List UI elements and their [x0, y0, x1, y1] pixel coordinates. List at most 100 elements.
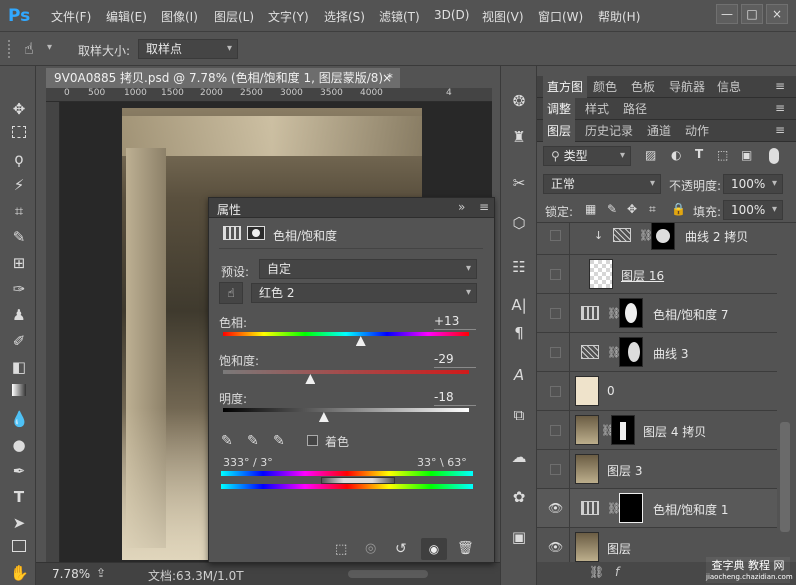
- layer-row[interactable]: ⛓ 色相/饱和度 7: [537, 294, 777, 333]
- libraries-icon[interactable]: ☁: [509, 446, 529, 468]
- tab-history[interactable]: 历史记录: [581, 120, 637, 142]
- document-tab[interactable]: 9V0A0885 拷贝.psd @ 7.78% (色相/饱和度 1, 图层蒙版/…: [46, 68, 400, 88]
- magic-wand-tool-icon[interactable]: ⚡: [10, 176, 28, 194]
- hue-saturation-adjustment-icon[interactable]: [223, 226, 241, 240]
- paragraph-icon[interactable]: ¶: [509, 322, 529, 344]
- menu-image[interactable]: 图像(I): [161, 8, 198, 26]
- sample-size-dropdown[interactable]: 取样点 ▾: [138, 39, 238, 59]
- visibility-toggle[interactable]: 👁: [537, 489, 570, 528]
- menu-3d[interactable]: 3D(D): [434, 8, 469, 26]
- layer-name[interactable]: 曲线 3: [653, 345, 688, 362]
- blend-mode-dropdown[interactable]: 正常 ▾: [543, 174, 661, 194]
- panel-menu-icon[interactable]: ≡: [479, 200, 489, 214]
- layer-thumbnail[interactable]: [575, 376, 599, 406]
- lasso-tool-icon[interactable]: ϙ: [10, 150, 28, 168]
- opacity-field[interactable]: 100% ▾: [723, 174, 783, 194]
- menu-type[interactable]: 文字(Y): [268, 8, 309, 26]
- hand-tool-icon[interactable]: ✋: [10, 564, 29, 582]
- eyedropper-minus-icon[interactable]: ✎: [273, 433, 285, 449]
- panel-menu-icon[interactable]: ≡: [775, 123, 785, 137]
- export-icon[interactable]: ⇪: [96, 566, 106, 580]
- mask-icon[interactable]: [247, 226, 265, 240]
- channel-dropdown[interactable]: 红色 2 ▾: [251, 283, 477, 303]
- chevron-down-icon[interactable]: ▾: [47, 42, 52, 53]
- saturation-value-field[interactable]: -29: [434, 352, 476, 368]
- targeted-adjustment-hand-icon[interactable]: ☝: [219, 282, 243, 304]
- layer-name[interactable]: 图层: [607, 540, 631, 557]
- move-tool-icon[interactable]: ✥: [10, 100, 28, 118]
- preset-dropdown[interactable]: 自定 ▾: [259, 259, 477, 279]
- adjustment-icon[interactable]: ❂: [509, 90, 529, 112]
- eraser-tool-icon[interactable]: ◧: [10, 358, 28, 376]
- color-range-selector[interactable]: [321, 477, 395, 484]
- stamp-tool-icon[interactable]: ♟: [10, 306, 28, 324]
- layer-row[interactable]: ↓ ⛓ 曲线 2 拷贝: [537, 223, 777, 255]
- character-icon[interactable]: A|: [509, 294, 529, 316]
- layer-row[interactable]: 图层 16: [537, 255, 777, 294]
- minimize-button[interactable]: —: [716, 4, 738, 24]
- hue-slider-thumb[interactable]: [355, 336, 366, 346]
- restore-button[interactable]: □: [741, 4, 763, 24]
- tab-histogram[interactable]: 直方图: [543, 76, 588, 98]
- layer-row[interactable]: 0: [537, 372, 777, 411]
- zoom-level[interactable]: 7.78%: [52, 567, 90, 581]
- eyedropper-icon[interactable]: ✎: [221, 433, 233, 449]
- blur-tool-icon[interactable]: 💧: [10, 410, 29, 428]
- toggle-visibility-button[interactable]: ◉: [421, 538, 447, 560]
- layer-thumbnail[interactable]: [575, 415, 599, 445]
- delete-icon[interactable]: 🗑: [457, 541, 474, 556]
- tab-swatches[interactable]: 色板: [627, 76, 659, 98]
- filter-smart-object-icon[interactable]: ▣: [741, 148, 752, 162]
- brush-tool-icon[interactable]: ✑: [10, 280, 28, 298]
- visibility-toggle[interactable]: [537, 411, 570, 450]
- healing-tool-icon[interactable]: ⊞: [10, 254, 28, 272]
- visibility-toggle[interactable]: [537, 294, 570, 333]
- menu-window[interactable]: 窗口(W): [538, 8, 583, 26]
- panel-menu-icon[interactable]: ≡: [775, 101, 785, 115]
- tab-info[interactable]: 信息: [713, 76, 745, 98]
- filter-shape-icon[interactable]: ⬚: [717, 148, 728, 162]
- layer-name[interactable]: 图层 4 拷贝: [643, 423, 706, 440]
- layer-filter-dropdown[interactable]: ⚲ 类型 ▾: [543, 146, 631, 166]
- lightness-value-field[interactable]: -18: [434, 390, 476, 406]
- tab-styles[interactable]: 样式: [581, 98, 613, 120]
- menu-help[interactable]: 帮助(H): [598, 8, 640, 26]
- tab-paths[interactable]: 路径: [619, 98, 651, 120]
- type-tool-icon[interactable]: T: [10, 488, 28, 506]
- layer-row[interactable]: ⛓ 曲线 3: [537, 333, 777, 372]
- layer-mask-thumbnail[interactable]: [619, 298, 643, 328]
- close-button[interactable]: ×: [766, 4, 788, 24]
- gradient-tool-icon[interactable]: [12, 384, 26, 396]
- stamp-icon[interactable]: ♜: [509, 126, 529, 148]
- menu-select[interactable]: 选择(S): [324, 8, 365, 26]
- lock-position-icon[interactable]: ✥: [627, 202, 637, 216]
- panel-menu-icon[interactable]: ≡: [775, 79, 785, 93]
- visibility-toggle[interactable]: [537, 372, 570, 411]
- lightness-slider-thumb[interactable]: [318, 412, 329, 422]
- tools-icon[interactable]: ✂: [509, 172, 529, 194]
- layer-thumbnail[interactable]: [589, 259, 613, 289]
- visibility-toggle[interactable]: [537, 223, 570, 255]
- layer-row[interactable]: 图层 3: [537, 450, 777, 489]
- brush-presets-icon[interactable]: ✿: [509, 486, 529, 508]
- tab-channels[interactable]: 通道: [643, 120, 675, 142]
- fx-icon[interactable]: f: [615, 565, 619, 579]
- clip-to-layer-icon[interactable]: ⬚: [335, 542, 347, 557]
- hue-value-field[interactable]: +13: [434, 314, 476, 330]
- menu-edit[interactable]: 编辑(E): [106, 8, 147, 26]
- visibility-toggle[interactable]: 👁: [537, 528, 570, 562]
- glyphs-icon[interactable]: A: [509, 364, 529, 386]
- horizontal-scrollbar[interactable]: [348, 570, 428, 578]
- layer-mask-thumbnail[interactable]: [619, 493, 643, 523]
- layer-name[interactable]: 色相/饱和度 7: [653, 306, 729, 323]
- layer-comps-icon[interactable]: ⧉: [509, 404, 529, 426]
- filter-type-icon[interactable]: T: [695, 147, 703, 161]
- tab-actions[interactable]: 动作: [681, 120, 713, 142]
- fill-field[interactable]: 100% ▾: [723, 200, 783, 220]
- lock-artboard-icon[interactable]: ⌗: [649, 202, 656, 217]
- layer-thumbnail[interactable]: [575, 454, 599, 484]
- visibility-toggle[interactable]: [537, 450, 570, 489]
- eyedropper-tool-icon[interactable]: ✎: [10, 228, 28, 246]
- marquee-tool-icon[interactable]: [12, 126, 26, 138]
- colorize-checkbox[interactable]: [307, 435, 318, 446]
